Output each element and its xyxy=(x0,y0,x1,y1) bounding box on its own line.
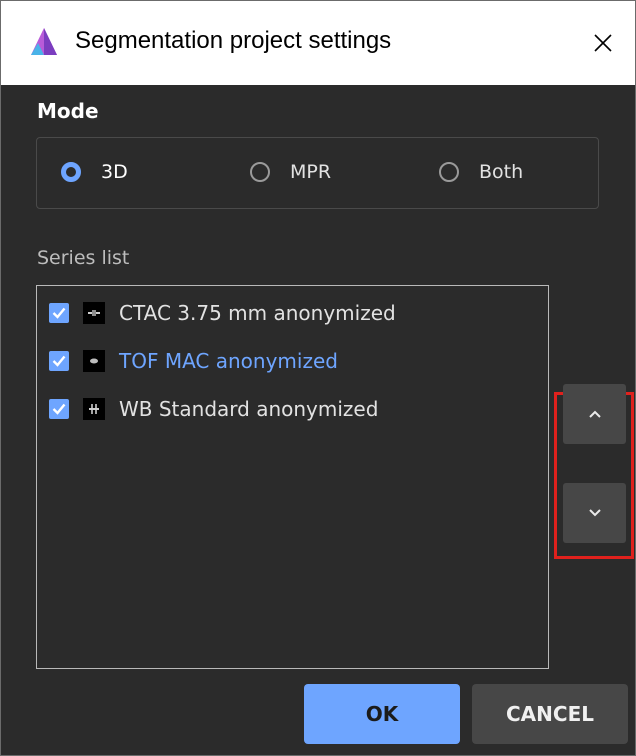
cancel-button[interactable]: CANCEL xyxy=(472,684,628,744)
series-list-item[interactable]: WB Standard anonymized xyxy=(49,389,378,429)
close-icon xyxy=(594,34,612,52)
checkmark-icon xyxy=(52,307,66,319)
series-checkbox[interactable] xyxy=(49,351,69,371)
series-list-item[interactable]: CTAC 3.75 mm anonymized xyxy=(49,293,396,333)
move-up-button[interactable] xyxy=(563,384,626,444)
ok-button[interactable]: OK xyxy=(304,684,460,744)
mode-option-label: MPR xyxy=(290,161,332,183)
mode-radio-both[interactable]: Both xyxy=(439,161,523,183)
radio-button[interactable] xyxy=(250,162,270,182)
mode-radio-group: 3D MPR Both xyxy=(36,137,599,209)
mode-radio-3d[interactable]: 3D xyxy=(61,161,128,183)
series-label: TOF MAC anonymized xyxy=(119,349,338,373)
series-label: CTAC 3.75 mm anonymized xyxy=(119,301,396,325)
radio-button[interactable] xyxy=(439,162,459,182)
dialog-title: Segmentation project settings xyxy=(75,27,392,54)
series-list-item[interactable]: TOF MAC anonymized xyxy=(49,341,338,381)
move-down-button[interactable] xyxy=(563,483,626,543)
series-thumbnail-icon xyxy=(83,350,105,372)
chevron-up-icon xyxy=(588,410,601,418)
close-button[interactable] xyxy=(571,1,635,85)
mode-option-label: 3D xyxy=(101,161,128,183)
mode-heading: Mode xyxy=(37,99,99,123)
mode-radio-mpr[interactable]: MPR xyxy=(250,161,331,183)
series-list-heading: Series list xyxy=(37,247,130,269)
settings-dialog: Segmentation project settings Mode 3D MP… xyxy=(0,0,636,756)
checkmark-icon xyxy=(52,403,66,415)
title-bar: Segmentation project settings xyxy=(1,1,635,85)
series-label: WB Standard anonymized xyxy=(119,397,379,421)
series-thumbnail-icon xyxy=(83,302,105,324)
series-checkbox[interactable] xyxy=(49,303,69,323)
series-thumbnail-icon xyxy=(83,398,105,420)
series-list: CTAC 3.75 mm anonymized TOF MAC anonymiz… xyxy=(36,285,549,669)
series-checkbox[interactable] xyxy=(49,399,69,419)
app-logo-icon xyxy=(31,28,57,55)
checkmark-icon xyxy=(52,355,66,367)
radio-button-checked[interactable] xyxy=(61,162,81,182)
chevron-down-icon xyxy=(588,509,601,517)
mode-option-label: Both xyxy=(479,161,524,183)
